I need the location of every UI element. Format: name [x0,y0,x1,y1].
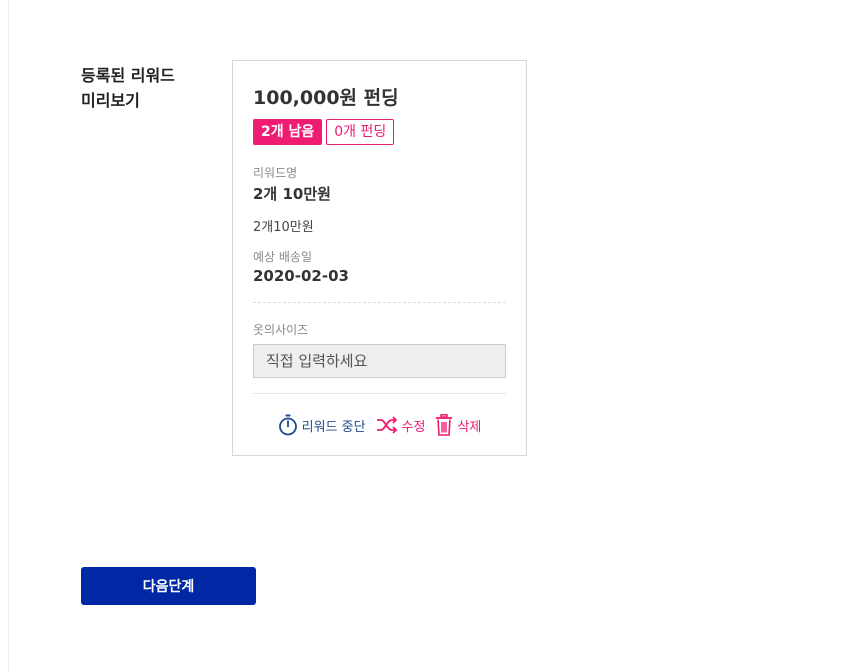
reward-description: 2개10만원 [253,220,314,235]
reward-name-value: 2개 10만원 [253,185,331,203]
delete-reward-button[interactable]: 삭제 [435,414,481,436]
card-divider-solid [253,393,506,394]
reward-actions: 리워드 중단 수정 삭제 [253,412,506,438]
option-input-field[interactable] [253,344,506,378]
edit-reward-label: 수정 [401,419,426,435]
stopwatch-icon [278,414,298,436]
page: 등록된 리워드 미리보기 100,000원 펀딩 2개 남음 0개 펀딩 리워드… [0,0,849,671]
trash-icon [435,414,453,436]
delivery-date-value: 2020-02-03 [253,267,349,285]
reward-preview-card: 100,000원 펀딩 2개 남음 0개 펀딩 리워드명 2개 10만원 2개1… [232,60,527,456]
next-step-button[interactable]: 다음단계 [81,567,256,605]
funded-count-badge: 0개 펀딩 [326,119,395,145]
reward-name-label: 리워드명 [253,166,298,180]
stop-reward-label: 리워드 중단 [301,419,366,435]
stop-reward-button[interactable]: 리워드 중단 [278,414,366,436]
section-title-line2: 미리보기 [81,91,140,110]
section-title-line1: 등록된 리워드 [81,66,175,85]
delete-reward-label: 삭제 [457,419,482,435]
delivery-date-label: 예상 배송일 [253,250,313,264]
reward-badges: 2개 남음 0개 펀딩 [253,119,395,145]
option-label: 옷의사이즈 [253,323,309,337]
left-divider [8,0,9,671]
reward-price: 100,000원 펀딩 [253,87,399,109]
edit-reward-button[interactable]: 수정 [376,416,426,435]
shuffle-icon [376,416,398,434]
remaining-count-badge: 2개 남음 [253,119,323,145]
card-divider-dotted [253,302,506,303]
section-title: 등록된 리워드 미리보기 [81,63,221,113]
